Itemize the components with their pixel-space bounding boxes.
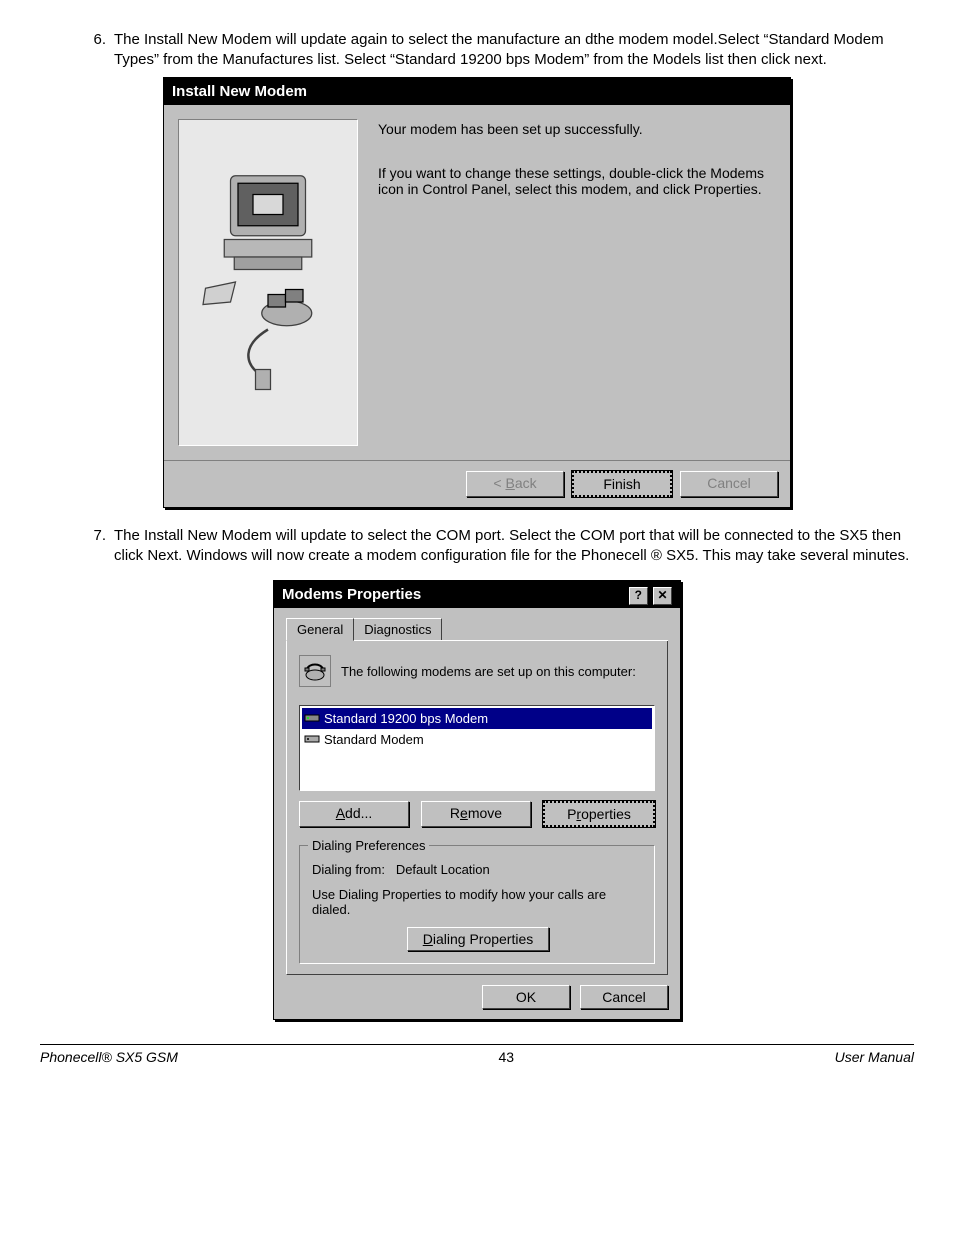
modem-list[interactable]: Standard 19200 bps Modem Standard Modem bbox=[299, 705, 655, 791]
dialing-help-text: Use Dialing Properties to modify how you… bbox=[312, 887, 644, 917]
cancel-button[interactable]: Cancel bbox=[580, 985, 668, 1009]
help-icon[interactable]: ? bbox=[629, 587, 648, 605]
step-6: 6. The Install New Modem will update aga… bbox=[80, 30, 914, 71]
remove-button[interactable]: Remove bbox=[421, 801, 531, 827]
finish-button[interactable]: Finish bbox=[572, 471, 672, 497]
footer-right: User Manual bbox=[835, 1049, 914, 1065]
success-message: Your modem has been set up successfully. bbox=[378, 121, 772, 137]
modem-icon bbox=[304, 730, 320, 749]
step-text: The Install New Modem will update to sel… bbox=[114, 526, 914, 567]
phone-icon bbox=[299, 655, 331, 687]
cancel-button[interactable]: Cancel bbox=[680, 471, 778, 497]
modem-icon bbox=[304, 709, 320, 728]
wizard-image bbox=[178, 119, 358, 446]
list-item[interactable]: Standard Modem bbox=[302, 729, 652, 750]
info-text: The following modems are set up on this … bbox=[341, 664, 636, 679]
group-legend: Dialing Preferences bbox=[308, 838, 429, 853]
step-number: 6. bbox=[80, 30, 106, 71]
list-item-label: Standard 19200 bps Modem bbox=[324, 711, 488, 726]
properties-button[interactable]: Properties bbox=[543, 801, 655, 827]
close-icon[interactable]: ✕ bbox=[653, 587, 672, 605]
step-text: The Install New Modem will update again … bbox=[114, 30, 914, 71]
titlebar: Modems Properties ? ✕ bbox=[274, 581, 680, 608]
list-item-label: Standard Modem bbox=[324, 732, 424, 747]
wizard-text-area: Your modem has been set up successfully.… bbox=[370, 105, 790, 460]
footer-left: Phonecell® SX5 GSM bbox=[40, 1049, 178, 1065]
add-button[interactable]: Add... bbox=[299, 801, 409, 827]
instruction-text: If you want to change these settings, do… bbox=[378, 165, 772, 197]
window-title: Modems Properties bbox=[282, 586, 421, 603]
tab-panel-general: The following modems are set up on this … bbox=[286, 641, 668, 975]
install-new-modem-window: Install New Modem bbox=[163, 77, 791, 508]
page-footer: Phonecell® SX5 GSM 43 User Manual bbox=[40, 1045, 914, 1065]
step-number: 7. bbox=[80, 526, 106, 567]
ok-button[interactable]: OK bbox=[482, 985, 570, 1009]
tab-diagnostics[interactable]: Diagnostics bbox=[353, 618, 442, 640]
modems-properties-window: Modems Properties ? ✕ General Diagnostic… bbox=[273, 580, 681, 1020]
dialing-from-value: Default Location bbox=[396, 862, 490, 877]
footer-page-number: 43 bbox=[498, 1049, 514, 1065]
titlebar: Install New Modem bbox=[164, 78, 790, 105]
wizard-footer: < Back Finish Cancel bbox=[164, 460, 790, 507]
tab-general[interactable]: General bbox=[286, 618, 354, 641]
list-item[interactable]: Standard 19200 bps Modem bbox=[302, 708, 652, 729]
titlebar-buttons: ? ✕ bbox=[628, 586, 672, 605]
step-7: 7. The Install New Modem will update to … bbox=[80, 526, 914, 567]
back-button[interactable]: < Back bbox=[466, 471, 564, 497]
tabs: General Diagnostics bbox=[286, 618, 668, 641]
dialing-preferences-group: Dialing Preferences Dialing from: Defaul… bbox=[299, 845, 655, 964]
window-title: Install New Modem bbox=[172, 83, 307, 100]
dialing-from-row: Dialing from: Default Location bbox=[312, 862, 644, 877]
dialing-properties-button[interactable]: Dialing Properties bbox=[407, 927, 549, 951]
